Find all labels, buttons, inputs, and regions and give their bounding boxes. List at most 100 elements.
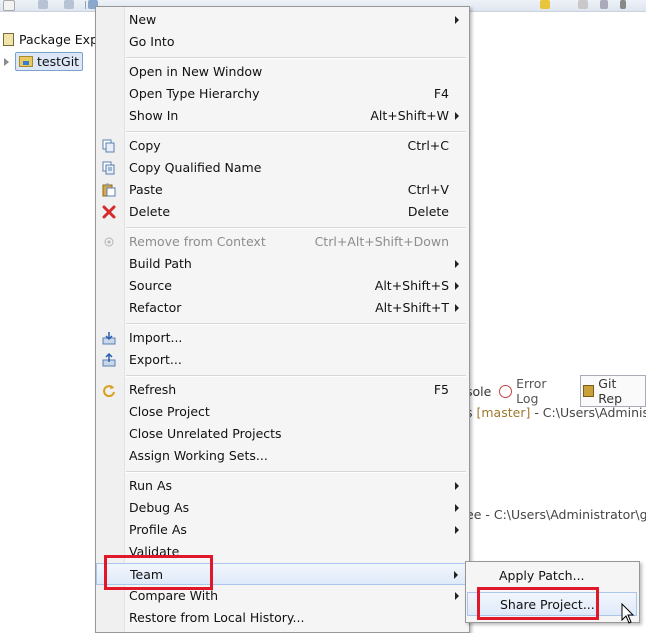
menu-item-export[interactable]: Export... <box>96 349 469 371</box>
menu-item-label: Profile As <box>129 522 187 537</box>
error-log-icon <box>499 384 513 398</box>
menu-item-label: Delete <box>129 204 171 219</box>
repo-branch: [master] <box>476 405 531 420</box>
team-highlight-box <box>104 555 213 590</box>
menu-item-label: Compare With <box>129 588 219 603</box>
menu-item-shortcut: Alt+Shift+T <box>375 300 449 315</box>
menu-item-new[interactable]: New <box>96 9 469 31</box>
submenu-arrow-icon <box>455 112 459 120</box>
git-tab-label: Git Rep <box>598 376 623 406</box>
submenu-item-apply-patch[interactable]: Apply Patch... <box>467 564 637 588</box>
menu-item-copy[interactable]: Copy Ctrl+C <box>96 135 469 157</box>
menu-item-paste[interactable]: Paste Ctrl+V <box>96 179 469 201</box>
menu-item-refactor[interactable]: Refactor Alt+Shift+T <box>96 297 469 319</box>
remove-from-context-icon <box>104 237 114 247</box>
git-icon <box>582 385 595 397</box>
menu-item-go-into[interactable]: Go Into <box>96 31 469 53</box>
project-folder-icon <box>19 56 33 67</box>
save-icon[interactable] <box>38 0 48 9</box>
menu-item-run-as[interactable]: Run As <box>96 475 469 497</box>
submenu-arrow-icon <box>455 304 459 312</box>
menu-separator <box>126 227 466 229</box>
submenu-arrow-icon <box>455 504 459 512</box>
menu-item-open-in-new-window[interactable]: Open in New Window <box>96 61 469 83</box>
share-project-highlight-box <box>477 587 599 620</box>
menu-separator <box>126 375 466 377</box>
mouse-cursor-icon <box>621 603 635 624</box>
expand-arrow-icon[interactable] <box>4 57 9 66</box>
submenu-arrow-icon <box>455 482 459 490</box>
menu-item-label: Source <box>129 278 172 293</box>
menu-item-delete[interactable]: Delete Delete <box>96 201 469 223</box>
menu-item-label: Open Type Hierarchy <box>129 86 260 101</box>
export-icon <box>102 353 116 367</box>
git-repositories-tab[interactable]: Git Rep <box>579 375 646 407</box>
project-tree-row[interactable]: testGit <box>4 52 84 71</box>
menu-item-label: Remove from Context <box>129 234 266 249</box>
menu-item-label: Copy Qualified Name <box>129 160 262 175</box>
error-log-tab-label: Error Log <box>516 376 547 406</box>
menu-item-shortcut: F4 <box>433 86 449 101</box>
menu-item-label: Debug As <box>129 500 190 515</box>
menu-item-label: Run As <box>129 478 173 493</box>
menu-item-refresh[interactable]: Refresh F5 <box>96 379 469 401</box>
project-node[interactable]: testGit <box>15 52 84 71</box>
working-tree-entry[interactable]: ee - C:\Users\Administrator\git <box>466 507 646 522</box>
menu-item-close-unrelated-projects[interactable]: Close Unrelated Projects <box>96 423 469 445</box>
menu-item-copy-qualified-name[interactable]: Copy Qualified Name <box>96 157 469 179</box>
menu-item-label: Export... <box>129 352 182 367</box>
menu-item-shortcut: Ctrl+C <box>407 138 449 153</box>
menu-separator <box>126 471 466 473</box>
menu-item-label: Build Path <box>129 256 192 271</box>
submenu-arrow-icon <box>455 260 459 268</box>
submenu-arrow-icon <box>455 282 459 290</box>
paste-icon <box>102 183 116 197</box>
nav-back-icon[interactable] <box>540 0 550 9</box>
package-explorer-title: Package Exp <box>19 31 99 47</box>
menu-item-label: Copy <box>129 138 161 153</box>
menu-item-build-path[interactable]: Build Path <box>96 253 469 275</box>
menu-item-label: Close Unrelated Projects <box>129 426 282 441</box>
menu-item-label: Assign Working Sets... <box>129 448 268 463</box>
package-explorer-tab[interactable]: Package Exp <box>0 28 100 50</box>
copy-icon <box>102 139 115 153</box>
menu-item-profile-as[interactable]: Profile As <box>96 519 469 541</box>
menu-item-open-type-hierarchy[interactable]: Open Type Hierarchy F4 <box>96 83 469 105</box>
repo-path: - C:\Users\Administ <box>530 405 646 420</box>
menu-item-debug-as[interactable]: Debug As <box>96 497 469 519</box>
menu-item-import[interactable]: Import... <box>96 327 469 349</box>
repository-entry[interactable]: s [master] - C:\Users\Administ <box>466 405 646 420</box>
menu-item-show-in[interactable]: Show In Alt+Shift+W <box>96 105 469 127</box>
working-tree-label: ee - C:\Users\Administrator\git <box>466 507 646 522</box>
menu-item-source[interactable]: Source Alt+Shift+S <box>96 275 469 297</box>
menu-item-shortcut: Delete <box>407 204 449 219</box>
package-explorer-icon <box>3 32 14 46</box>
menu-item-shortcut: Alt+Shift+S <box>374 278 449 293</box>
menu-item-label: Paste <box>129 182 163 197</box>
menu-item-label: Refresh <box>129 382 177 397</box>
menu-item-label: Close Project <box>129 404 210 419</box>
delete-icon <box>102 205 116 219</box>
menu-item-label: Show In <box>129 108 179 123</box>
context-menu: New Go Into Open in New Window Open Type… <box>95 6 470 633</box>
toolbar-chevron-icon[interactable] <box>620 0 626 9</box>
menu-item-label: Import... <box>129 330 183 345</box>
import-icon <box>102 332 116 345</box>
menu-separator <box>126 57 466 59</box>
error-log-tab[interactable]: Error Log <box>499 376 571 406</box>
project-name: testGit <box>37 54 80 69</box>
menu-item-label: Restore from Local History... <box>129 610 305 625</box>
dropdown-icon[interactable] <box>600 0 608 9</box>
bottom-view-tabs: sole Error Log Git Rep <box>466 375 646 407</box>
menu-item-close-project[interactable]: Close Project <box>96 401 469 423</box>
menu-item-label: Go Into <box>129 34 175 49</box>
menu-item-shortcut: F5 <box>433 382 449 397</box>
menu-item-assign-working-sets[interactable]: Assign Working Sets... <box>96 445 469 467</box>
copy-qualified-name-icon <box>102 161 115 175</box>
submenu-arrow-icon <box>455 16 459 24</box>
nav-forward-icon[interactable] <box>578 0 588 9</box>
menu-separator <box>126 131 466 133</box>
new-icon[interactable] <box>3 0 15 11</box>
save-all-icon[interactable] <box>64 0 74 9</box>
menu-item-remove-from-context: Remove from Context Ctrl+Alt+Shift+Down <box>96 231 469 253</box>
